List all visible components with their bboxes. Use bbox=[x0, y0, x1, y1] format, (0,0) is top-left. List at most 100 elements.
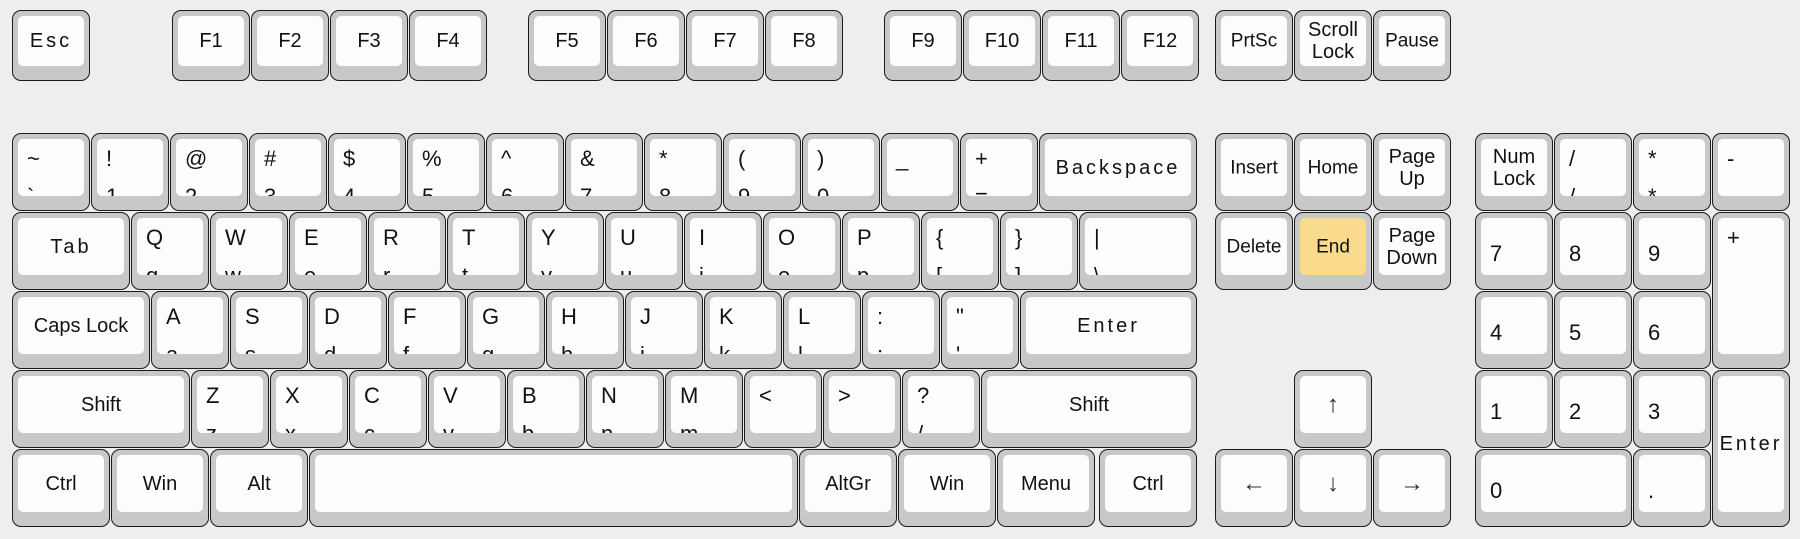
key-numpad-period[interactable]: . bbox=[1633, 449, 1711, 527]
key-num-lock[interactable]: Num Lock bbox=[1475, 133, 1553, 211]
key-space[interactable] bbox=[309, 449, 798, 527]
key-m[interactable]: Mm bbox=[665, 370, 743, 448]
key-x[interactable]: Xx bbox=[270, 370, 348, 448]
key-insert[interactable]: Insert bbox=[1215, 133, 1293, 211]
key-numpad-6[interactable]: 6 bbox=[1633, 291, 1711, 369]
key-numpad-1[interactable]: 1 bbox=[1475, 370, 1553, 448]
key-5[interactable]: %5 bbox=[407, 133, 485, 211]
key-y[interactable]: Yy bbox=[526, 212, 604, 290]
key-s[interactable]: Ss bbox=[230, 291, 308, 369]
key-backslash[interactable]: |\ bbox=[1079, 212, 1197, 290]
key-f1[interactable]: F1 bbox=[172, 10, 250, 81]
key-left-shift[interactable]: Shift bbox=[12, 370, 190, 448]
key-right-win[interactable]: Win bbox=[898, 449, 996, 527]
key-end[interactable]: End bbox=[1294, 212, 1372, 290]
key-1[interactable]: !1 bbox=[91, 133, 169, 211]
key-w[interactable]: Ww bbox=[210, 212, 288, 290]
key-numpad-4[interactable]: 4 bbox=[1475, 291, 1553, 369]
key-q[interactable]: Qq bbox=[131, 212, 209, 290]
key-pause[interactable]: Pause bbox=[1373, 10, 1451, 81]
key-d[interactable]: Dd bbox=[309, 291, 387, 369]
key-left-alt[interactable]: Alt bbox=[210, 449, 308, 527]
key-numpad-7[interactable]: 7 bbox=[1475, 212, 1553, 290]
key-numpad-minus[interactable]: -- bbox=[1712, 133, 1790, 211]
key-i[interactable]: Ii bbox=[684, 212, 762, 290]
key-z[interactable]: Zz bbox=[191, 370, 269, 448]
key-page-down[interactable]: Page Down bbox=[1373, 212, 1451, 290]
key-period[interactable]: >. bbox=[823, 370, 901, 448]
key-arrow-down[interactable]: ↓ bbox=[1294, 449, 1372, 527]
key-numpad-enter[interactable]: Enter bbox=[1712, 370, 1790, 527]
key-c[interactable]: Cc bbox=[349, 370, 427, 448]
key-numpad-3[interactable]: 3 bbox=[1633, 370, 1711, 448]
key-7[interactable]: &7 bbox=[565, 133, 643, 211]
key-backtick[interactable]: ~` bbox=[12, 133, 90, 211]
key-r[interactable]: Rr bbox=[368, 212, 446, 290]
key-tab[interactable]: Tab bbox=[12, 212, 130, 290]
key-scroll-lock[interactable]: Scroll Lock bbox=[1294, 10, 1372, 81]
key-j[interactable]: Jj bbox=[625, 291, 703, 369]
key-arrow-left[interactable]: ← bbox=[1215, 449, 1293, 527]
key-esc[interactable]: Esc bbox=[12, 10, 90, 81]
key-f6[interactable]: F6 bbox=[607, 10, 685, 81]
key-h[interactable]: Hh bbox=[546, 291, 624, 369]
key-numpad-9[interactable]: 9 bbox=[1633, 212, 1711, 290]
key-quote[interactable]: "' bbox=[941, 291, 1019, 369]
key-v[interactable]: Vv bbox=[428, 370, 506, 448]
key-f4[interactable]: F4 bbox=[409, 10, 487, 81]
key-numpad-8[interactable]: 8 bbox=[1554, 212, 1632, 290]
key-delete[interactable]: Delete bbox=[1215, 212, 1293, 290]
key-g[interactable]: Gg bbox=[467, 291, 545, 369]
key-enter[interactable]: Enter bbox=[1020, 291, 1197, 369]
key-f7[interactable]: F7 bbox=[686, 10, 764, 81]
key-0[interactable]: )0 bbox=[802, 133, 880, 211]
key-3[interactable]: #3 bbox=[249, 133, 327, 211]
key-9[interactable]: (9 bbox=[723, 133, 801, 211]
key-equal[interactable]: += bbox=[960, 133, 1038, 211]
key-f3[interactable]: F3 bbox=[330, 10, 408, 81]
key-numpad-divide[interactable]: // bbox=[1554, 133, 1632, 211]
key-numpad-5[interactable]: 5 bbox=[1554, 291, 1632, 369]
key-o[interactable]: Oo bbox=[763, 212, 841, 290]
key-minus[interactable]: _- bbox=[881, 133, 959, 211]
key-numpad-0[interactable]: 0 bbox=[1475, 449, 1632, 527]
key-page-up[interactable]: Page Up bbox=[1373, 133, 1451, 211]
key-f8[interactable]: F8 bbox=[765, 10, 843, 81]
key-backspace[interactable]: Backspace bbox=[1039, 133, 1197, 211]
key-slash[interactable]: ?/ bbox=[902, 370, 980, 448]
key-numpad-plus[interactable]: + bbox=[1712, 212, 1790, 369]
key-home[interactable]: Home bbox=[1294, 133, 1372, 211]
key-right-ctrl[interactable]: Ctrl bbox=[1099, 449, 1197, 527]
key-numpad-2[interactable]: 2 bbox=[1554, 370, 1632, 448]
key-f5[interactable]: F5 bbox=[528, 10, 606, 81]
key-t[interactable]: Tt bbox=[447, 212, 525, 290]
key-f12[interactable]: F12 bbox=[1121, 10, 1199, 81]
key-l[interactable]: Ll bbox=[783, 291, 861, 369]
key-n[interactable]: Nn bbox=[586, 370, 664, 448]
key-2[interactable]: @2 bbox=[170, 133, 248, 211]
key-menu[interactable]: Menu bbox=[997, 449, 1095, 527]
key-e[interactable]: Ee bbox=[289, 212, 367, 290]
key-altgr[interactable]: AltGr bbox=[799, 449, 897, 527]
key-b[interactable]: Bb bbox=[507, 370, 585, 448]
key-f9[interactable]: F9 bbox=[884, 10, 962, 81]
key-u[interactable]: Uu bbox=[605, 212, 683, 290]
key-semicolon[interactable]: :; bbox=[862, 291, 940, 369]
key-left-bracket[interactable]: {[ bbox=[921, 212, 999, 290]
key-prtsc[interactable]: PrtSc bbox=[1215, 10, 1293, 81]
key-6[interactable]: ^6 bbox=[486, 133, 564, 211]
key-f10[interactable]: F10 bbox=[963, 10, 1041, 81]
key-right-shift[interactable]: Shift bbox=[981, 370, 1197, 448]
key-f11[interactable]: F11 bbox=[1042, 10, 1120, 81]
key-k[interactable]: Kk bbox=[704, 291, 782, 369]
key-f2[interactable]: F2 bbox=[251, 10, 329, 81]
key-left-win[interactable]: Win bbox=[111, 449, 209, 527]
key-4[interactable]: $4 bbox=[328, 133, 406, 211]
key-numpad-multiply[interactable]: ** bbox=[1633, 133, 1711, 211]
key-arrow-right[interactable]: → bbox=[1373, 449, 1451, 527]
key-arrow-up[interactable]: ↑ bbox=[1294, 370, 1372, 448]
key-left-ctrl[interactable]: Ctrl bbox=[12, 449, 110, 527]
key-a[interactable]: Aa bbox=[151, 291, 229, 369]
key-right-bracket[interactable]: }] bbox=[1000, 212, 1078, 290]
key-p[interactable]: Pp bbox=[842, 212, 920, 290]
